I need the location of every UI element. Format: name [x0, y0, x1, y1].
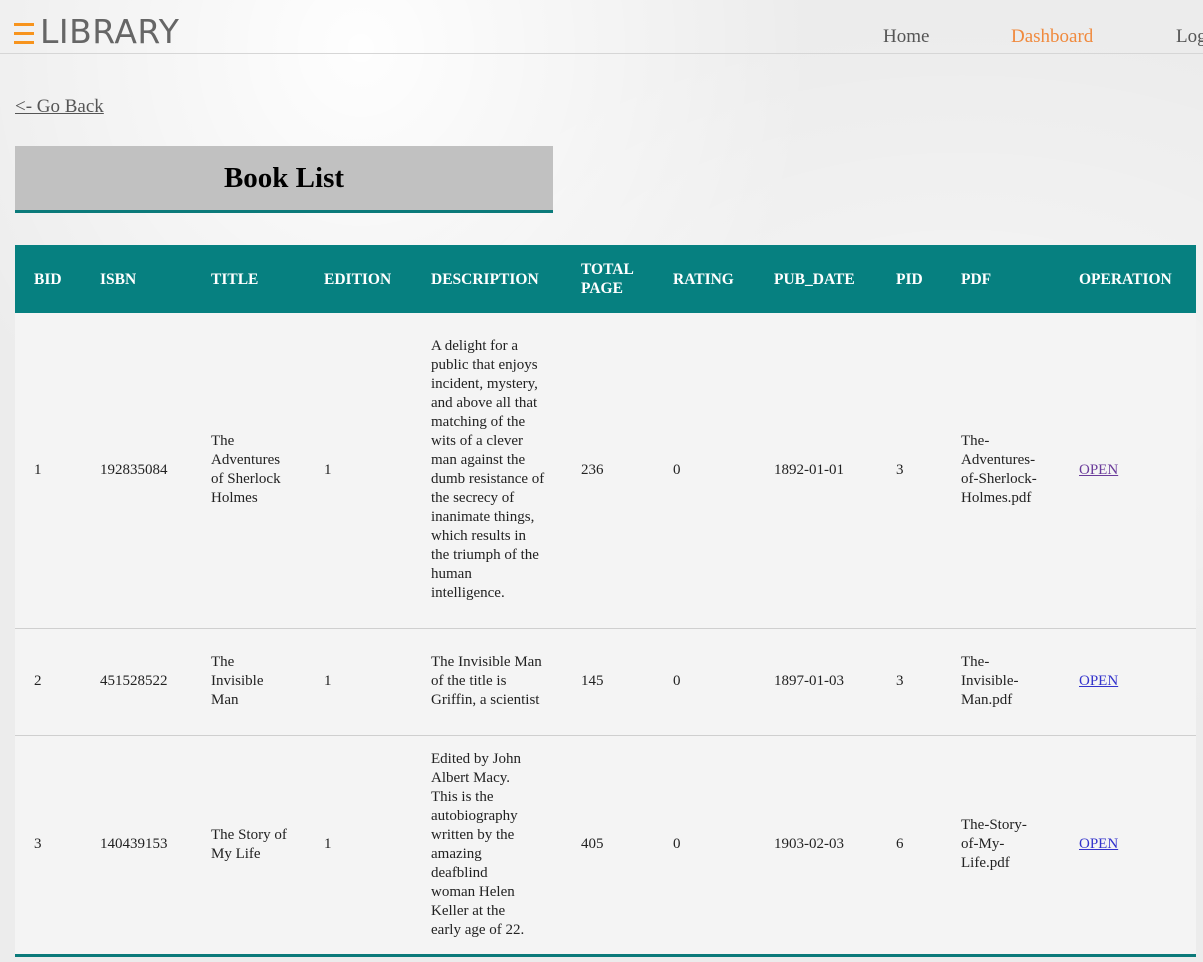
cell-description: A delight for a public that enjoys incid…: [431, 338, 545, 602]
cell-description: Edited by John Albert Macy. This is the …: [431, 750, 525, 938]
cell-total-page: 405: [581, 836, 604, 852]
cell-bid: 2: [34, 673, 42, 689]
table-row: 1 192835084 The Adventures of Sherlock H…: [15, 313, 1196, 628]
table-row: 2 451528522 The Invisible Man 1 The Invi…: [15, 628, 1196, 735]
cell-edition: 1: [324, 673, 332, 689]
nav-dashboard[interactable]: Dashboard: [1011, 26, 1093, 48]
logo[interactable]: LIBRARY: [14, 13, 179, 51]
hamburger-menu-icon[interactable]: [14, 17, 34, 47]
column-header-description: DESCRIPTION: [431, 270, 539, 288]
column-header-isbn: ISBN: [100, 270, 137, 288]
cell-bid: 3: [34, 836, 42, 852]
cell-rating: 0: [673, 461, 681, 478]
cell-operation: OPEN: [1060, 628, 1196, 735]
table-row: 3 140439153 The Story of My Life 1 Edite…: [15, 735, 1196, 955]
cell-edition: 1: [324, 836, 332, 852]
cell-title: The Invisible Man: [211, 654, 264, 708]
cell-operation: OPEN: [1060, 313, 1196, 628]
column-header-rating: RATING: [673, 270, 734, 288]
cell-pdf: The-Adventures-of-Sherlock-Holmes.pdf: [961, 433, 1037, 507]
cell-bid: 1: [34, 461, 42, 478]
cell-pid: 6: [896, 836, 904, 852]
logo-text: LIBRARY: [40, 12, 180, 51]
cell-rating: 0: [673, 836, 681, 852]
go-back-link[interactable]: <- Go Back: [15, 96, 104, 118]
cell-pub-date: 1903-02-03: [774, 836, 844, 852]
column-header-title: TITLE: [211, 270, 259, 288]
cell-pdf: The-Story-of-My-Life.pdf: [961, 817, 1027, 871]
cell-total-page: 236: [581, 461, 604, 478]
cell-title: The Story of My Life: [211, 826, 287, 862]
cell-rating: 0: [673, 673, 681, 689]
table-header-row: BID ISBN TITLE EDITION DESCRIPTION TOTAL…: [15, 245, 1196, 313]
cell-pdf: The-Invisible-Man.pdf: [961, 654, 1019, 708]
nav-home[interactable]: Home: [883, 26, 929, 48]
column-header-bid: BID: [34, 270, 62, 288]
cell-description: The Invisible Man of the title is Griffi…: [431, 654, 542, 708]
cell-operation: OPEN: [1060, 735, 1196, 955]
page-title: Book List: [15, 146, 553, 213]
column-header-edition: EDITION: [324, 270, 392, 288]
open-link[interactable]: OPEN: [1079, 836, 1118, 852]
nav-logout[interactable]: Log: [1176, 26, 1203, 48]
column-header-pub-date: PUB_DATE: [774, 270, 855, 288]
top-navbar: LIBRARY Home Dashboard Log: [0, 0, 1203, 54]
cell-title: The Adventures of Sherlock Holmes: [211, 433, 281, 507]
cell-isbn: 140439153: [100, 836, 168, 852]
cell-pub-date: 1897-01-03: [774, 673, 844, 689]
open-link[interactable]: OPEN: [1079, 462, 1118, 478]
cell-pub-date: 1892-01-01: [774, 461, 844, 478]
column-header-operation: OPERATION: [1079, 270, 1172, 288]
cell-isbn: 451528522: [100, 673, 168, 689]
cell-edition: 1: [324, 461, 332, 478]
cell-pid: 3: [896, 673, 904, 689]
column-header-pdf: PDF: [961, 270, 992, 288]
cell-pid: 3: [896, 461, 904, 478]
column-header-total-page: TOTAL PAGE: [581, 261, 633, 297]
cell-isbn: 192835084: [100, 461, 168, 478]
column-header-pid: PID: [896, 270, 923, 288]
open-link[interactable]: OPEN: [1079, 673, 1118, 689]
book-table: BID ISBN TITLE EDITION DESCRIPTION TOTAL…: [15, 245, 1196, 957]
cell-total-page: 145: [581, 673, 604, 689]
